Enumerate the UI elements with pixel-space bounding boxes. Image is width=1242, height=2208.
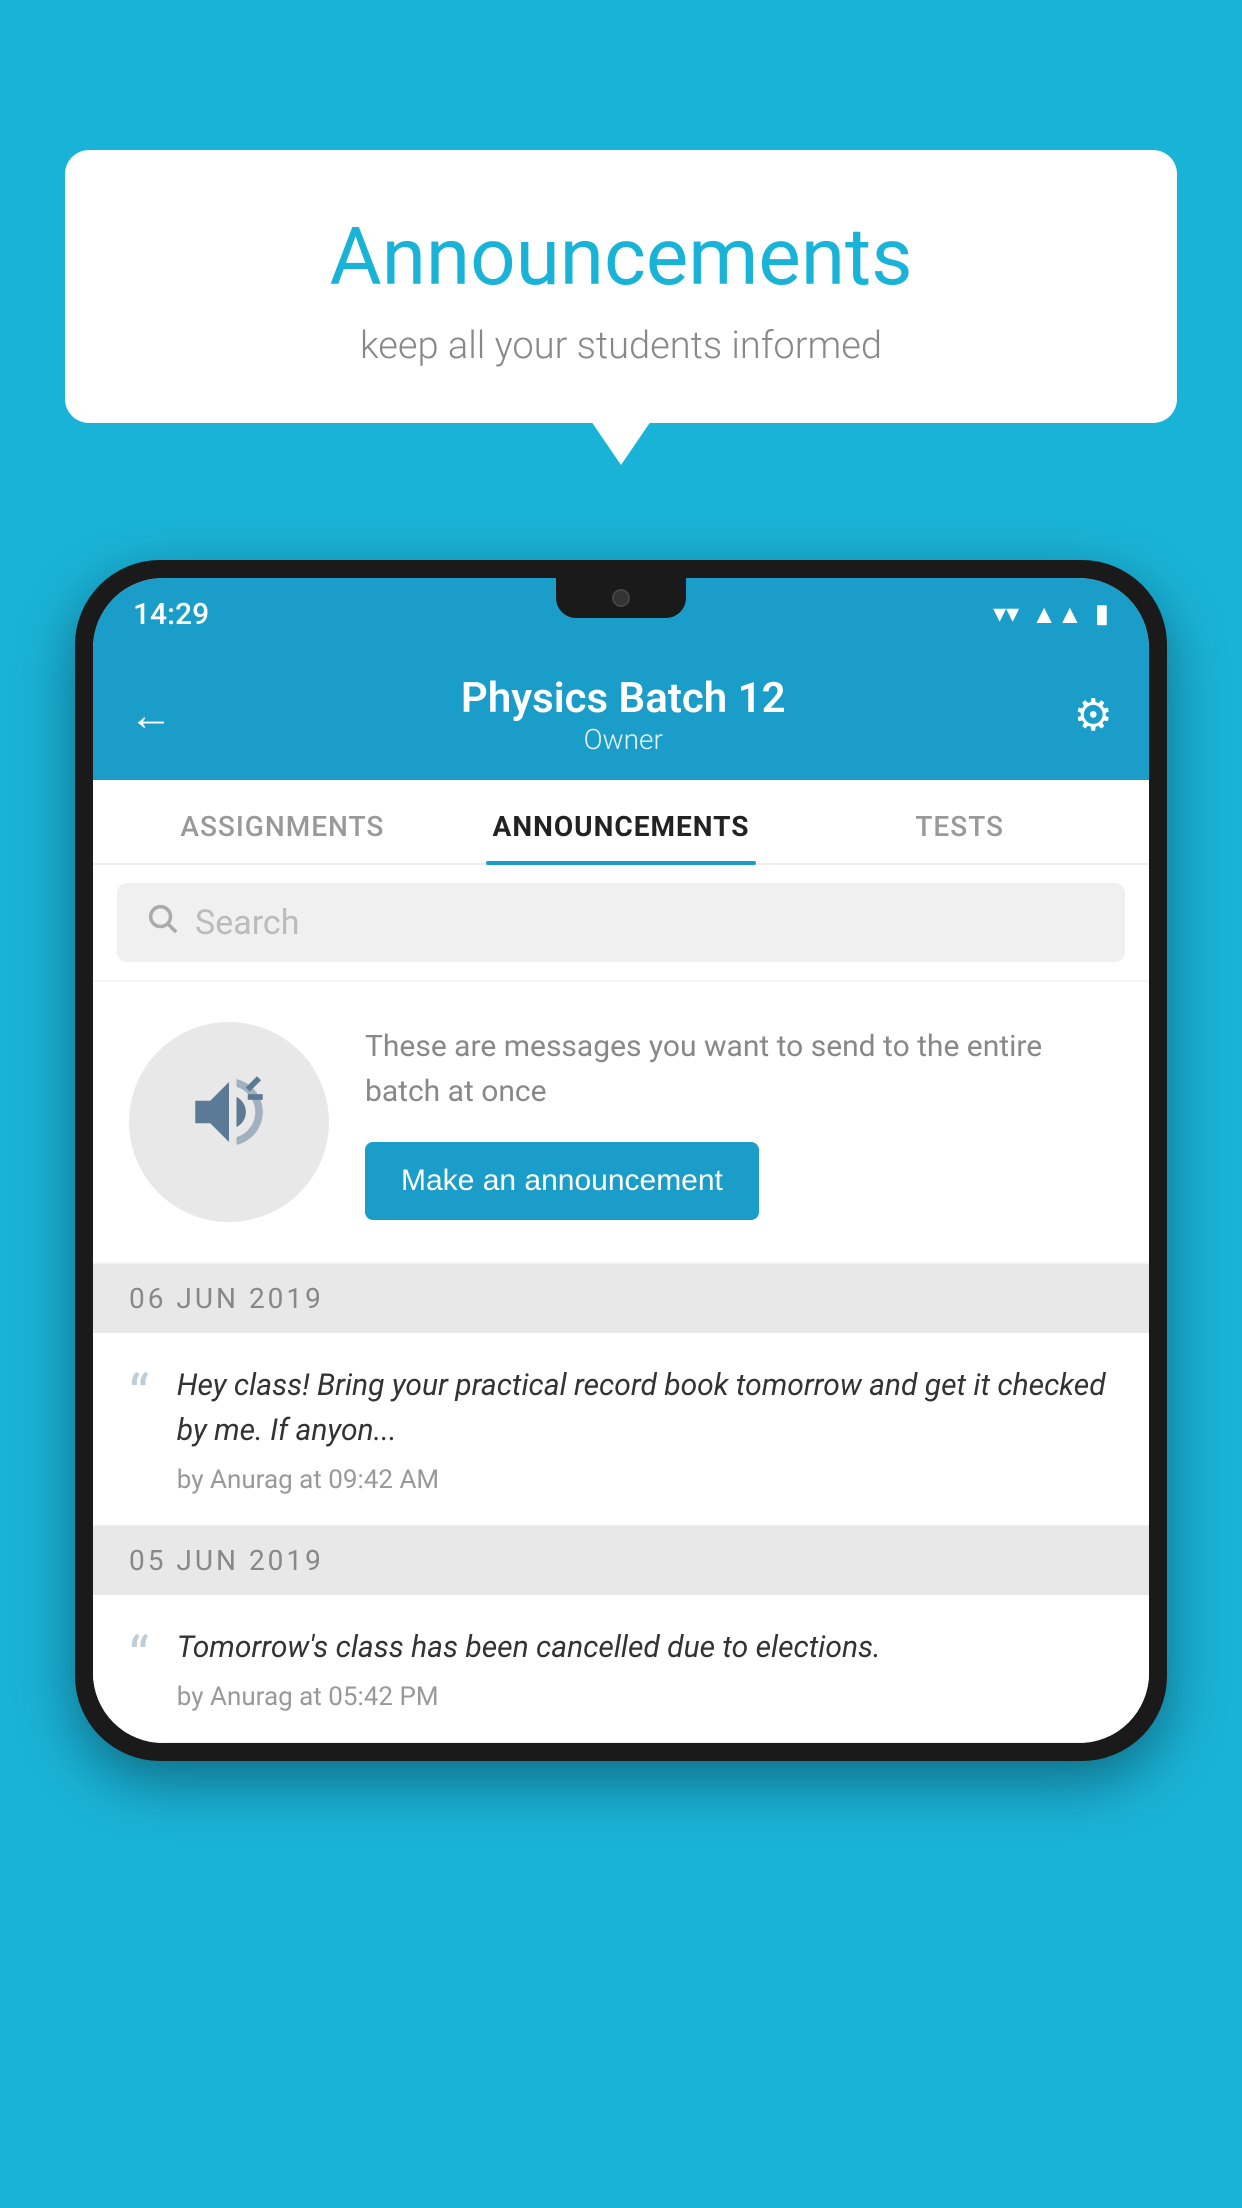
- tab-announcements[interactable]: ANNOUNCEMENTS: [452, 780, 791, 863]
- announcement-meta-1: by Anurag at 09:42 AM: [177, 1465, 1113, 1495]
- battery-icon: ▮: [1095, 599, 1109, 629]
- header-title-group: Physics Batch 12 Owner: [173, 674, 1074, 756]
- date-separator-1: 06 JUN 2019: [93, 1264, 1149, 1333]
- camera: [612, 589, 630, 607]
- phone-container: 14:29 ▾▾ ▲▲ ▮ ← Physics Batch 12 Owner ⚙: [75, 560, 1167, 2208]
- tab-tests[interactable]: TESTS: [790, 780, 1129, 863]
- tabs-bar: ASSIGNMENTS ANNOUNCEMENTS TESTS: [93, 780, 1149, 865]
- search-box[interactable]: Search: [117, 883, 1125, 962]
- settings-button[interactable]: ⚙: [1074, 689, 1113, 741]
- date-separator-2: 05 JUN 2019: [93, 1526, 1149, 1595]
- announcement-meta-2: by Anurag at 05:42 PM: [177, 1682, 1113, 1712]
- quote-icon-2: “: [129, 1625, 149, 1685]
- back-button[interactable]: ←: [129, 689, 173, 741]
- tab-assignments[interactable]: ASSIGNMENTS: [113, 780, 452, 863]
- announcement-text-2: Tomorrow's class has been cancelled due …: [177, 1625, 1113, 1670]
- notch: [556, 578, 686, 618]
- megaphone-icon: [184, 1067, 274, 1177]
- search-placeholder: Search: [195, 903, 299, 943]
- bubble-subtitle: keep all your students informed: [125, 324, 1117, 368]
- status-time: 14:29: [133, 597, 209, 632]
- wifi-icon: ▾▾: [993, 599, 1019, 629]
- announcement-text-1: Hey class! Bring your practical record b…: [177, 1363, 1113, 1453]
- header-title: Physics Batch 12: [173, 674, 1074, 723]
- status-icons: ▾▾ ▲▲ ▮: [993, 599, 1109, 630]
- announcement-text-group-1: Hey class! Bring your practical record b…: [177, 1363, 1113, 1495]
- phone-frame: 14:29 ▾▾ ▲▲ ▮ ← Physics Batch 12 Owner ⚙: [75, 560, 1167, 1761]
- announcement-item-1[interactable]: “ Hey class! Bring your practical record…: [93, 1333, 1149, 1526]
- quote-icon-1: “: [129, 1363, 149, 1423]
- content-area: Search: [93, 865, 1149, 1743]
- make-announcement-button[interactable]: Make an announcement: [365, 1142, 759, 1220]
- bubble-title: Announcements: [125, 210, 1117, 304]
- search-icon: [145, 901, 179, 944]
- promo-text-group: These are messages you want to send to t…: [365, 1024, 1113, 1220]
- announcement-item-2[interactable]: “ Tomorrow's class has been cancelled du…: [93, 1595, 1149, 1743]
- signal-icon: ▲▲: [1031, 599, 1082, 630]
- announcement-text-group-2: Tomorrow's class has been cancelled due …: [177, 1625, 1113, 1712]
- search-container: Search: [93, 865, 1149, 980]
- header-subtitle: Owner: [173, 723, 1074, 756]
- app-header: ← Physics Batch 12 Owner ⚙: [93, 650, 1149, 780]
- phone-screen: 14:29 ▾▾ ▲▲ ▮ ← Physics Batch 12 Owner ⚙: [93, 578, 1149, 1743]
- promo-description: These are messages you want to send to t…: [365, 1024, 1113, 1114]
- promo-card: These are messages you want to send to t…: [93, 982, 1149, 1262]
- speech-bubble: Announcements keep all your students inf…: [65, 150, 1177, 423]
- speech-bubble-section: Announcements keep all your students inf…: [65, 150, 1177, 423]
- promo-icon-circle: [129, 1022, 329, 1222]
- status-bar: 14:29 ▾▾ ▲▲ ▮: [93, 578, 1149, 650]
